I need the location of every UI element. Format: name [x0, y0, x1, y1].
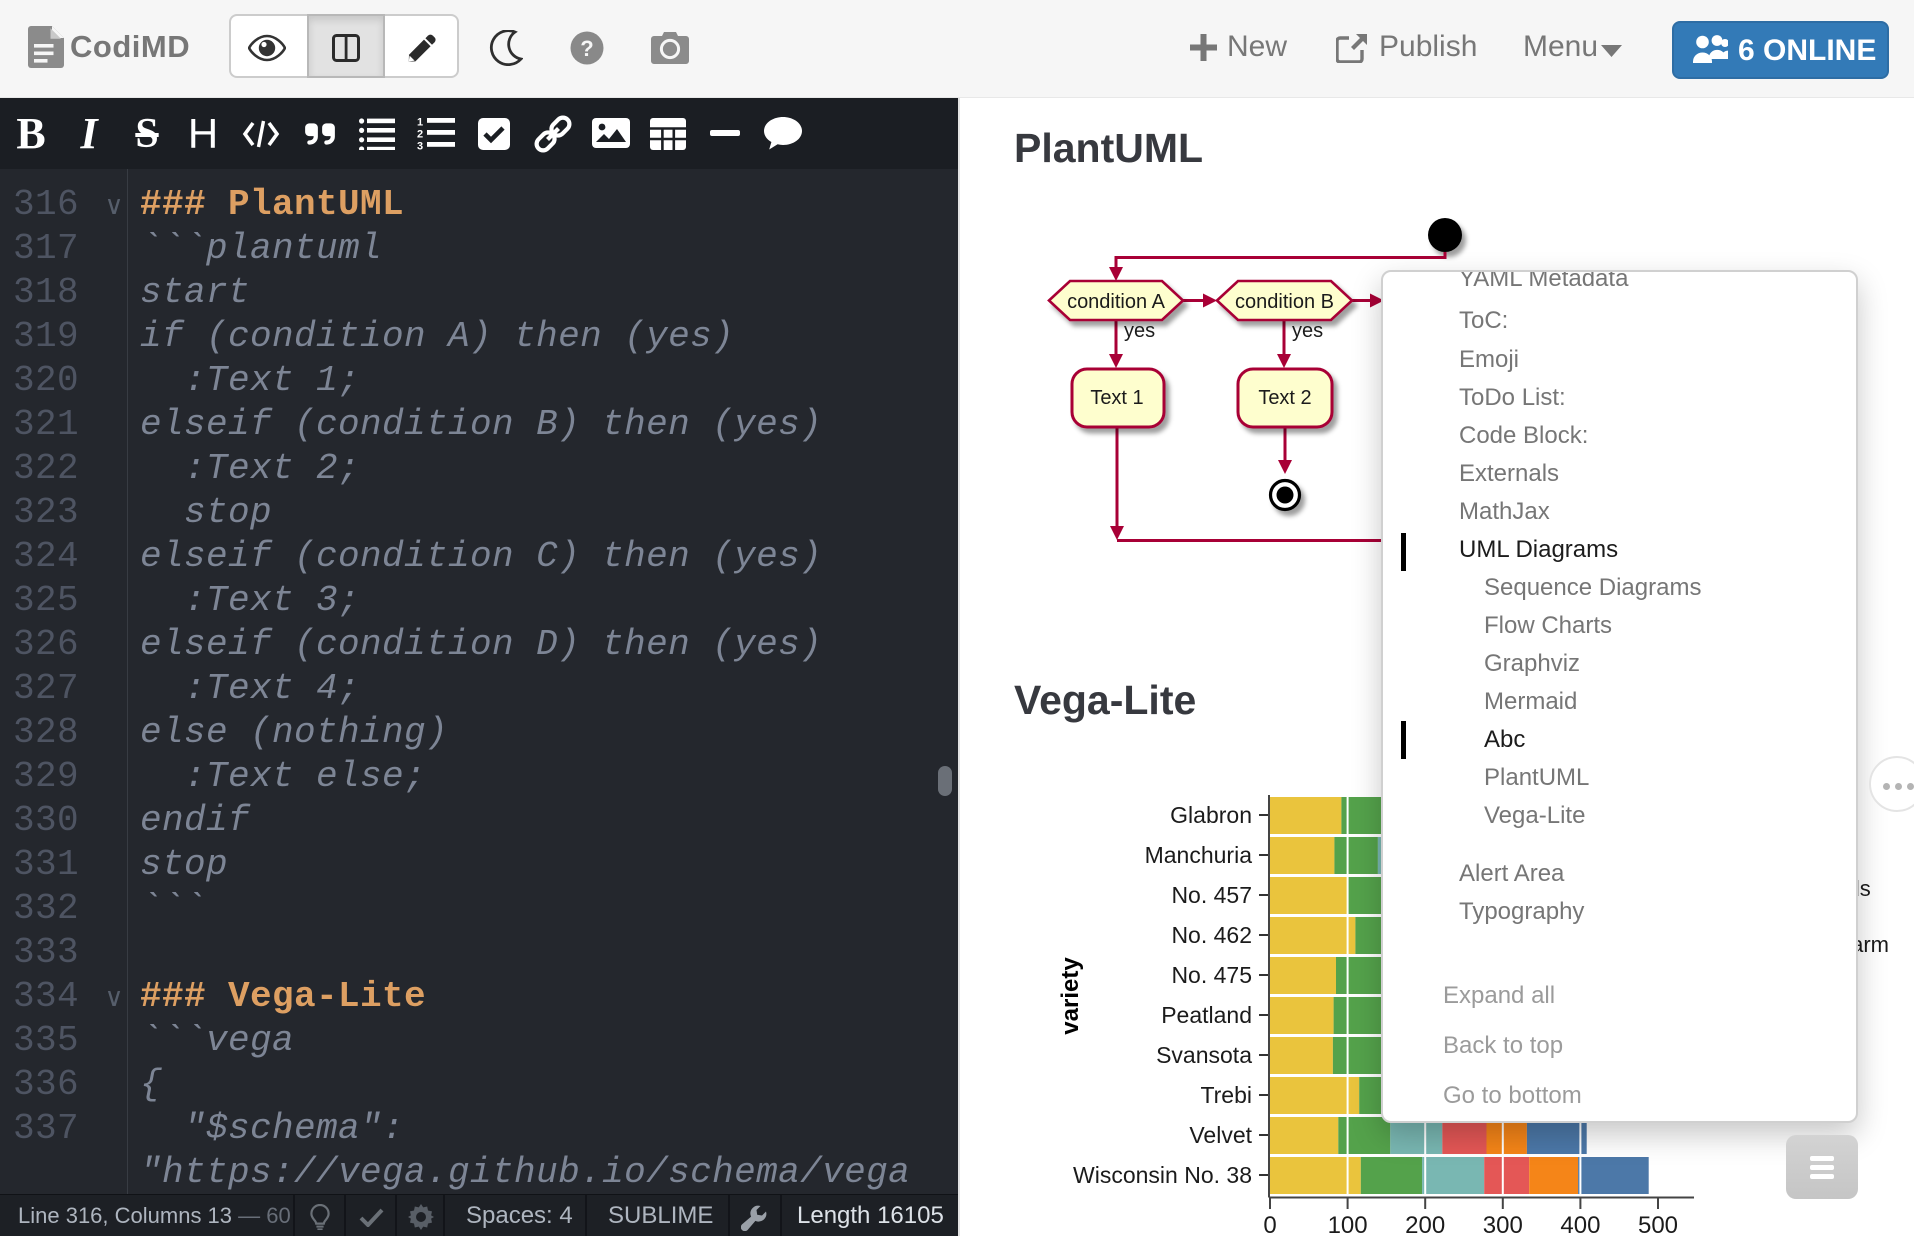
svg-text:yes: yes — [1124, 320, 1155, 342]
svg-text:400: 400 — [1560, 1212, 1600, 1236]
svg-text:500: 500 — [1638, 1212, 1678, 1236]
svg-text:No. 462: No. 462 — [1171, 922, 1252, 948]
svg-text:Peatland: Peatland — [1161, 1002, 1252, 1028]
svg-text:0: 0 — [1263, 1212, 1276, 1236]
svg-text:No. 475: No. 475 — [1171, 962, 1252, 988]
svg-text:Svansota: Svansota — [1156, 1042, 1252, 1068]
svg-text:100: 100 — [1328, 1212, 1368, 1236]
svg-text:Manchuria: Manchuria — [1145, 842, 1253, 868]
svg-text:2: 2 — [417, 129, 423, 141]
svg-text:condition B: condition B — [1235, 291, 1334, 313]
svg-text:Velvet: Velvet — [1189, 1122, 1252, 1148]
svg-text:condition A: condition A — [1067, 291, 1166, 313]
svg-text:?: ? — [580, 36, 593, 61]
svg-text:3: 3 — [417, 141, 423, 153]
svg-text:Trebi: Trebi — [1200, 1082, 1252, 1108]
svg-text:Text 1: Text 1 — [1090, 387, 1143, 409]
svg-text:Glabron: Glabron — [1170, 802, 1252, 828]
svg-text:No. 457: No. 457 — [1171, 882, 1252, 908]
svg-text:Wisconsin No. 38: Wisconsin No. 38 — [1073, 1162, 1252, 1188]
svg-text:yes: yes — [1292, 320, 1323, 342]
svg-text:variety: variety — [1057, 957, 1084, 1035]
svg-text:200: 200 — [1405, 1212, 1445, 1236]
svg-text:1: 1 — [417, 117, 423, 129]
svg-text:300: 300 — [1483, 1212, 1523, 1236]
svg-text:Text 2: Text 2 — [1258, 387, 1311, 409]
